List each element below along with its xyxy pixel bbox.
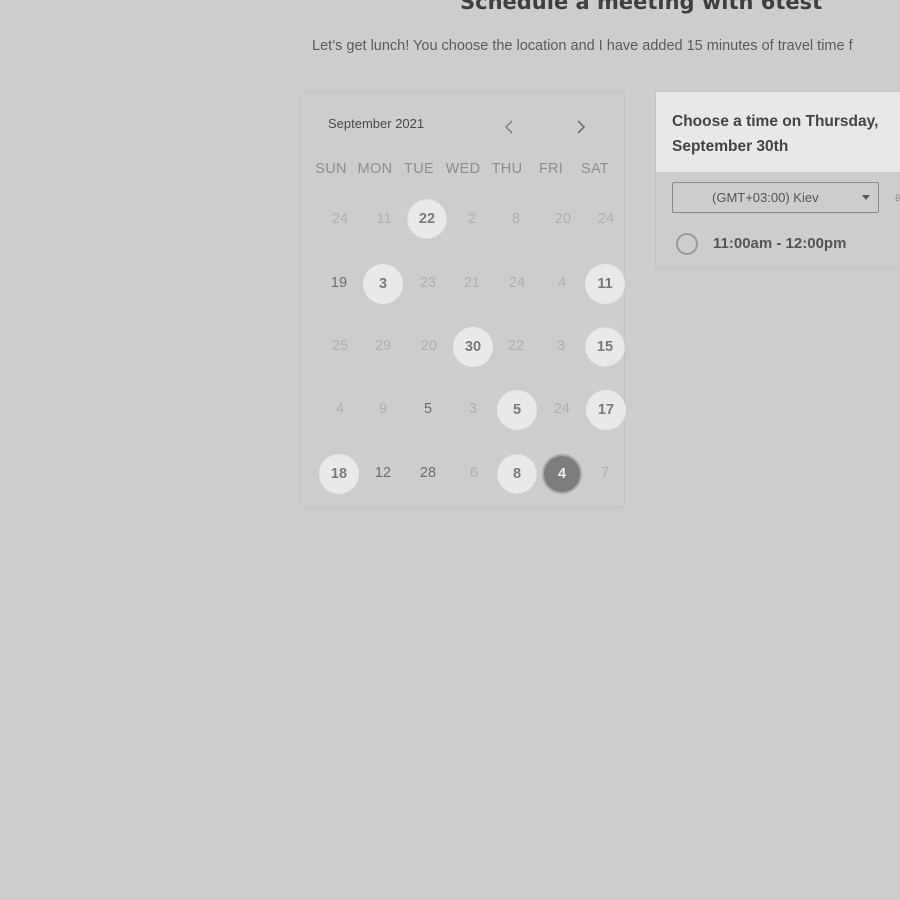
calendar-day: 25 <box>331 338 349 354</box>
weekday-label: FRI <box>538 161 564 177</box>
calendar-day-available[interactable]: 30 <box>453 327 493 367</box>
weekday-label: WED <box>445 161 481 177</box>
calendar-day: 20 <box>420 338 438 354</box>
calendar-month-label: September 2021 <box>328 116 425 131</box>
calendar-day: 7 <box>600 465 610 481</box>
calendar-day-available[interactable]: 15 <box>585 327 625 367</box>
calendar-day: 3 <box>556 338 566 354</box>
calendar-day: 12 <box>374 465 392 481</box>
calendar-day: 29 <box>374 338 392 354</box>
calendar-day-selected[interactable]: 4 <box>542 454 582 494</box>
calendar-day-available[interactable]: 3 <box>363 264 403 304</box>
timezone-suffix: a <box>895 190 900 204</box>
calendar-day: 24 <box>508 275 526 291</box>
radio-button-icon[interactable] <box>676 233 698 255</box>
calendar-day: 6 <box>469 465 479 481</box>
prev-month-button[interactable] <box>499 117 519 137</box>
time-slot-option[interactable]: 11:00am - 12:00pm <box>676 232 886 258</box>
time-picker-header: Choose a time on Thursday, September 30t… <box>656 92 900 172</box>
calendar-day: 2 <box>467 211 477 227</box>
calendar-day: 11 <box>376 211 392 227</box>
timezone-select[interactable]: (GMT+03:00) Kiev <box>672 182 879 213</box>
calendar-day: 19 <box>330 275 348 291</box>
calendar-day-available[interactable]: 11 <box>585 264 625 304</box>
calendar-day-available[interactable]: 17 <box>586 390 626 430</box>
calendar-day-available[interactable]: 22 <box>407 199 447 239</box>
calendar-day: 24 <box>553 401 571 417</box>
calendar-day-available[interactable]: 8 <box>497 454 537 494</box>
time-picker-title: Choose a time on Thursday, September 30t… <box>672 113 879 155</box>
calendar-day-available[interactable]: 5 <box>497 390 537 430</box>
weekday-label: SAT <box>580 161 610 177</box>
calendar-day: 24 <box>331 211 349 227</box>
calendar-day: 5 <box>423 401 433 417</box>
chevron-right-icon <box>577 120 585 134</box>
time-picker-panel: Choose a time on Thursday, September 30t… <box>655 91 900 269</box>
weekday-label: MON <box>357 161 393 177</box>
calendar-day: 24 <box>597 211 615 227</box>
calendar-day: 28 <box>419 465 437 481</box>
calendar-day: 21 <box>463 275 481 291</box>
calendar-day: 3 <box>468 401 478 417</box>
page-subtitle: Let’s get lunch! You choose the location… <box>312 38 853 54</box>
calendar-day: 4 <box>557 275 567 291</box>
time-slot-label: 11:00am - 12:00pm <box>713 235 847 252</box>
chevron-left-icon <box>505 120 513 134</box>
calendar-day-available[interactable]: 18 <box>319 454 359 494</box>
weekday-label: THU <box>491 161 523 177</box>
calendar-day: 20 <box>554 211 572 227</box>
weekday-label: TUE <box>404 161 434 177</box>
next-month-button[interactable] <box>571 117 591 137</box>
calendar-day: 8 <box>511 211 521 227</box>
calendar-day: 22 <box>507 338 525 354</box>
weekday-label: SUN <box>315 161 347 177</box>
page-title: Schedule a meeting with 6test <box>460 0 823 14</box>
calendar: September 2021 SUN MON TUE WED THU FRI S… <box>300 91 626 508</box>
timezone-value: (GMT+03:00) Kiev <box>712 190 819 205</box>
caret-down-icon <box>862 195 870 200</box>
calendar-day: 4 <box>335 401 345 417</box>
calendar-day: 23 <box>419 275 437 291</box>
calendar-day: 9 <box>378 401 388 417</box>
